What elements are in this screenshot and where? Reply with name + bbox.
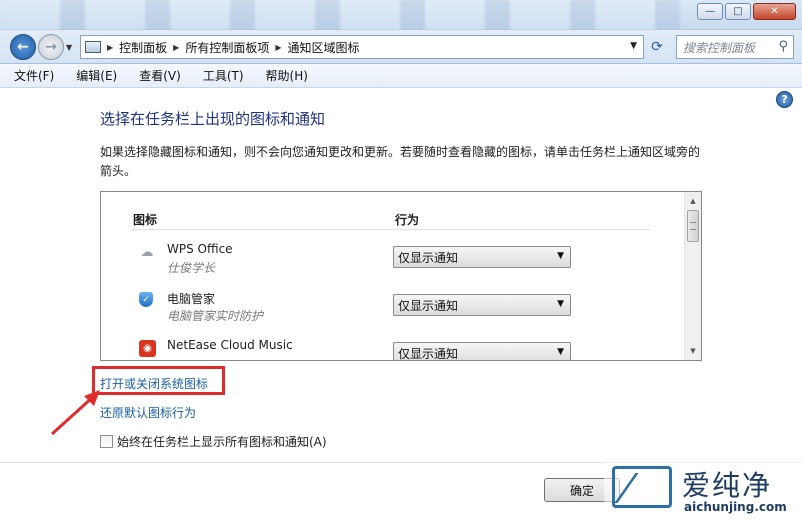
column-header-behavior: 行为: [395, 213, 420, 227]
page-title: 选择在任务栏上出现的图标和通知: [100, 110, 326, 128]
scroll-up-icon[interactable]: ▲: [685, 193, 701, 209]
menu-help[interactable]: 帮助(H): [262, 65, 312, 86]
breadcrumb-notification-icons[interactable]: 通知区域图标: [288, 39, 360, 56]
behavior-value: 仅显示通知: [398, 346, 459, 361]
notification-icons-list: 图标 行为 ☁ WPS Office 仕俊学长 仅显示通知 ▼ ✓ 电脑管家 电…: [100, 191, 702, 361]
behavior-dropdown[interactable]: 仅显示通知 ▼: [393, 246, 571, 268]
recent-pages-dropdown-icon[interactable]: ▼: [66, 43, 72, 52]
always-show-label[interactable]: 始终在任务栏上显示所有图标和通知(A): [117, 433, 327, 450]
menu-file[interactable]: 文件(F): [10, 65, 58, 86]
menu-tools[interactable]: 工具(T): [199, 65, 248, 86]
chevron-down-icon: ▼: [557, 251, 564, 261]
search-input[interactable]: 搜索控制面板 ⚲: [676, 35, 794, 59]
back-button[interactable]: ←: [10, 34, 36, 60]
help-icon[interactable]: ?: [776, 91, 793, 108]
minimize-button[interactable]: —: [697, 3, 723, 20]
header-divider: [131, 229, 651, 230]
breadcrumb-control-panel[interactable]: 控制面板: [119, 39, 167, 56]
window-controls: — □ ✕: [697, 3, 796, 20]
close-button[interactable]: ✕: [753, 3, 796, 20]
app-description: 仕俊学长: [167, 261, 216, 275]
chevron-right-icon[interactable]: ▶: [107, 43, 113, 52]
blurred-toolbar: [0, 0, 680, 30]
column-header-icon: 图标: [133, 213, 158, 227]
chevron-right-icon[interactable]: ▶: [275, 43, 281, 52]
watermark-text: 爱纯净: [682, 469, 773, 502]
restore-defaults-link[interactable]: 还原默认图标行为: [100, 404, 196, 421]
scroll-down-icon[interactable]: ▼: [685, 343, 701, 359]
main-content: ? 选择在任务栏上出现的图标和通知 如果选择隐藏图标和通知，则不会向您通知更改和…: [0, 88, 802, 520]
menu-bar: 文件(F) 编辑(E) 查看(V) 工具(T) 帮助(H): [0, 64, 802, 88]
address-dropdown-icon[interactable]: ▼: [630, 41, 637, 51]
maximize-button[interactable]: □: [725, 3, 751, 20]
watermark-logo-icon: [612, 466, 672, 508]
page-description: 如果选择隐藏图标和通知，则不会向您通知更改和更新。若要随时查看隐藏的图标，请单击…: [100, 145, 701, 178]
always-show-checkbox[interactable]: [100, 435, 113, 448]
list-item: ◉ NetEase Cloud Music 仅显示通知 ▼: [101, 334, 686, 361]
forward-button[interactable]: →: [38, 34, 64, 60]
shield-icon: ✓: [139, 292, 153, 307]
chevron-down-icon: ▼: [557, 299, 564, 309]
chevron-right-icon[interactable]: ▶: [173, 43, 179, 52]
breadcrumb-all-items[interactable]: 所有控制面板项: [185, 39, 269, 56]
refresh-icon[interactable]: ⟳: [646, 37, 668, 57]
watermark-url: aichunjing.com: [684, 500, 787, 514]
always-show-checkbox-row[interactable]: 始终在任务栏上显示所有图标和通知(A): [100, 433, 327, 450]
menu-edit[interactable]: 编辑(E): [72, 65, 121, 86]
address-toolbar: ← → ▼ ▶ 控制面板 ▶ 所有控制面板项 ▶ 通知区域图标 ▼ ⟳ 搜索控制…: [0, 30, 802, 64]
chevron-down-icon: ▼: [557, 347, 564, 357]
app-name: 电脑管家: [167, 292, 216, 306]
app-description: 电脑管家实时防护: [167, 309, 264, 323]
behavior-dropdown[interactable]: 仅显示通知 ▼: [393, 342, 571, 361]
vertical-scrollbar[interactable]: ▲ ▼: [684, 192, 701, 360]
menu-view[interactable]: 查看(V): [135, 65, 185, 86]
system-icons-link[interactable]: 打开或关闭系统图标: [100, 375, 208, 392]
app-name: WPS Office: [167, 242, 233, 256]
behavior-value: 仅显示通知: [398, 250, 459, 265]
scroll-thumb[interactable]: [687, 210, 699, 242]
address-bar[interactable]: ▶ 控制面板 ▶ 所有控制面板项 ▶ 通知区域图标 ▼: [80, 35, 644, 59]
behavior-value: 仅显示通知: [398, 298, 459, 313]
netease-music-icon: ◉: [139, 340, 156, 357]
title-bar: — □ ✕: [0, 0, 802, 30]
computer-icon: [85, 41, 101, 53]
watermark: 爱纯净 aichunjing.com: [604, 460, 802, 520]
search-icon[interactable]: ⚲: [778, 39, 788, 54]
behavior-dropdown[interactable]: 仅显示通知 ▼: [393, 294, 571, 316]
wps-cloud-icon: ☁: [140, 244, 154, 260]
search-placeholder: 搜索控制面板: [683, 40, 756, 55]
list-item: ✓ 电脑管家 电脑管家实时防护 仅显示通知 ▼: [101, 286, 686, 332]
app-name: NetEase Cloud Music: [167, 338, 293, 352]
list-item: ☁ WPS Office 仕俊学长 仅显示通知 ▼: [101, 238, 686, 284]
annotation-arrow-icon: [50, 390, 100, 436]
